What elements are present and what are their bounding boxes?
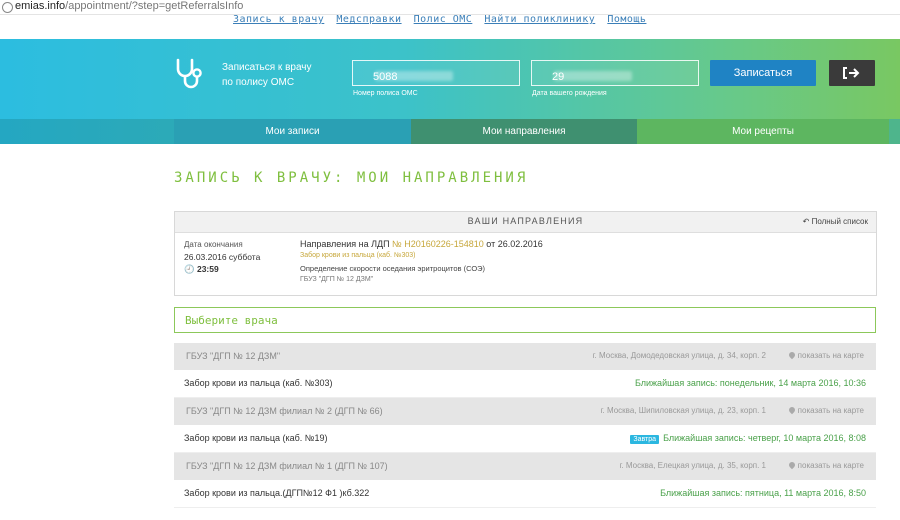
link-certificates[interactable]: Медсправки (336, 14, 401, 25)
referrals-header: ВАШИ НАПРАВЛЕНИЯ ↶ Полный список (175, 212, 876, 233)
referral-test: Определение скорости оседания эритроцито… (300, 264, 486, 273)
clinic-header: ГБУЗ "ДГП № 12 ДЗМ" г. Москва, Домодедов… (174, 343, 876, 370)
map-pin-icon (787, 350, 796, 360)
nearest-slot[interactable]: Ближайшая запись: понедельник, 14 марта … (635, 378, 866, 388)
header-line1: Записаться к врачу (222, 62, 312, 73)
birth-date-label: Дата вашего рождения (532, 90, 607, 97)
redacted-blur (554, 71, 632, 81)
policy-number-field[interactable]: 5088 (352, 60, 520, 86)
clinic-name: ГБУЗ "ДГП № 12 ДЗМ филиал № 2 (ДГП № 66) (186, 406, 383, 416)
referral-clinic: ГБУЗ "ДГП № 12 ДЗМ" (300, 276, 374, 283)
url-text[interactable]: emias.info/appointment/?step=getReferral… (15, 0, 243, 13)
logout-button[interactable] (829, 60, 875, 86)
logout-icon (843, 67, 860, 79)
link-oms-policy[interactable]: Полис ОМС (414, 14, 473, 25)
header-line2: по полису ОМС (222, 77, 295, 88)
service-row[interactable]: Забор крови из пальца.(ДГП№12 Ф1 )кб.322… (174, 480, 876, 508)
service-name: Забор крови из пальца (каб. №303) (184, 378, 333, 388)
map-pin-icon (787, 460, 796, 470)
show-on-map-link[interactable]: показать на карте (787, 460, 864, 470)
globe-icon (2, 2, 13, 13)
service-name: Забор крови из пальца.(ДГП№12 Ф1 )кб.322 (184, 488, 370, 498)
end-date-label: Дата окончания (184, 240, 243, 249)
service-name: Забор крови из пальца (каб. №19) (184, 433, 328, 443)
clinic-address: г. Москва, Елецкая улица, д. 35, корп. 1 (619, 461, 766, 470)
show-on-map-link[interactable]: показать на карте (787, 405, 864, 415)
tab-my-prescriptions[interactable]: Мои рецепты (637, 119, 889, 144)
policy-number-label: Номер полиса ОМС (353, 90, 418, 97)
page-title: ЗАПИСЬ К ВРАЧУ: МОИ НАПРАВЛЕНИЯ (174, 170, 529, 186)
clinic-name: ГБУЗ "ДГП № 12 ДЗМ филиал № 1 (ДГП № 107… (186, 461, 388, 471)
tomorrow-badge: Завтра (630, 435, 660, 444)
referrals-heading: ВАШИ НАПРАВЛЕНИЯ (467, 216, 584, 226)
clinic-address: г. Москва, Шипиловская улица, д. 23, кор… (600, 406, 766, 415)
nearest-slot[interactable]: Ближайшая запись: пятница, 11 марта 2016… (660, 488, 866, 498)
clock-icon: 🕘 (184, 264, 195, 274)
link-find-clinic[interactable]: Найти поликлинику (484, 14, 595, 25)
submit-button[interactable]: Записаться (710, 60, 816, 86)
clinic-header: ГБУЗ "ДГП № 12 ДЗМ филиал № 2 (ДГП № 66)… (174, 398, 876, 425)
tab-bar: Мои записи Мои направления Мои рецепты (0, 119, 900, 144)
tab-my-appointments[interactable]: Мои записи (174, 119, 411, 144)
redacted-blur (375, 71, 453, 81)
clinic-name: ГБУЗ "ДГП № 12 ДЗМ" (186, 351, 281, 361)
birth-date-field[interactable]: 29 (531, 60, 699, 86)
link-appointment[interactable]: Запись к врачу (233, 14, 324, 25)
link-help[interactable]: Помощь (607, 14, 646, 25)
select-doctor-field[interactable]: Выберите врача (174, 307, 876, 333)
return-arrow-icon: ↶ (802, 217, 810, 226)
end-time: 🕘 23:59 (184, 264, 219, 274)
header-caption: Записаться к врачу по полису ОМС (222, 60, 312, 90)
clinic-header: ГБУЗ "ДГП № 12 ДЗМ филиал № 1 (ДГП № 107… (174, 453, 876, 480)
nearest-slot[interactable]: Завтра Ближайшая запись: четверг, 10 март… (630, 433, 866, 444)
referral-title[interactable]: Направления на ЛДП № Н20160226-154810 от… (300, 239, 543, 249)
referral-procedure: Забор крови из пальца (каб. №303) (300, 252, 416, 259)
top-nav: Запись к врачу Медсправки Полис ОМС Найт… (233, 13, 655, 27)
stethoscope-icon (176, 58, 202, 89)
clinic-address: г. Москва, Домодедовская улица, д. 34, к… (592, 351, 766, 360)
end-date-value: 26.03.2016 суббота (184, 252, 261, 262)
service-row[interactable]: Забор крови из пальца (каб. №303) Ближай… (174, 370, 876, 398)
referral-number[interactable]: № Н20160226-154810 (392, 239, 484, 249)
tab-my-referrals[interactable]: Мои направления (411, 119, 637, 144)
full-list-link[interactable]: ↶ Полный список (803, 217, 868, 226)
referrals-panel: ВАШИ НАПРАВЛЕНИЯ ↶ Полный список Дата ок… (174, 211, 877, 296)
service-row[interactable]: Забор крови из пальца (каб. №19) Завтра Б… (174, 425, 876, 453)
map-pin-icon (787, 405, 796, 415)
show-on-map-link[interactable]: показать на карте (787, 350, 864, 360)
